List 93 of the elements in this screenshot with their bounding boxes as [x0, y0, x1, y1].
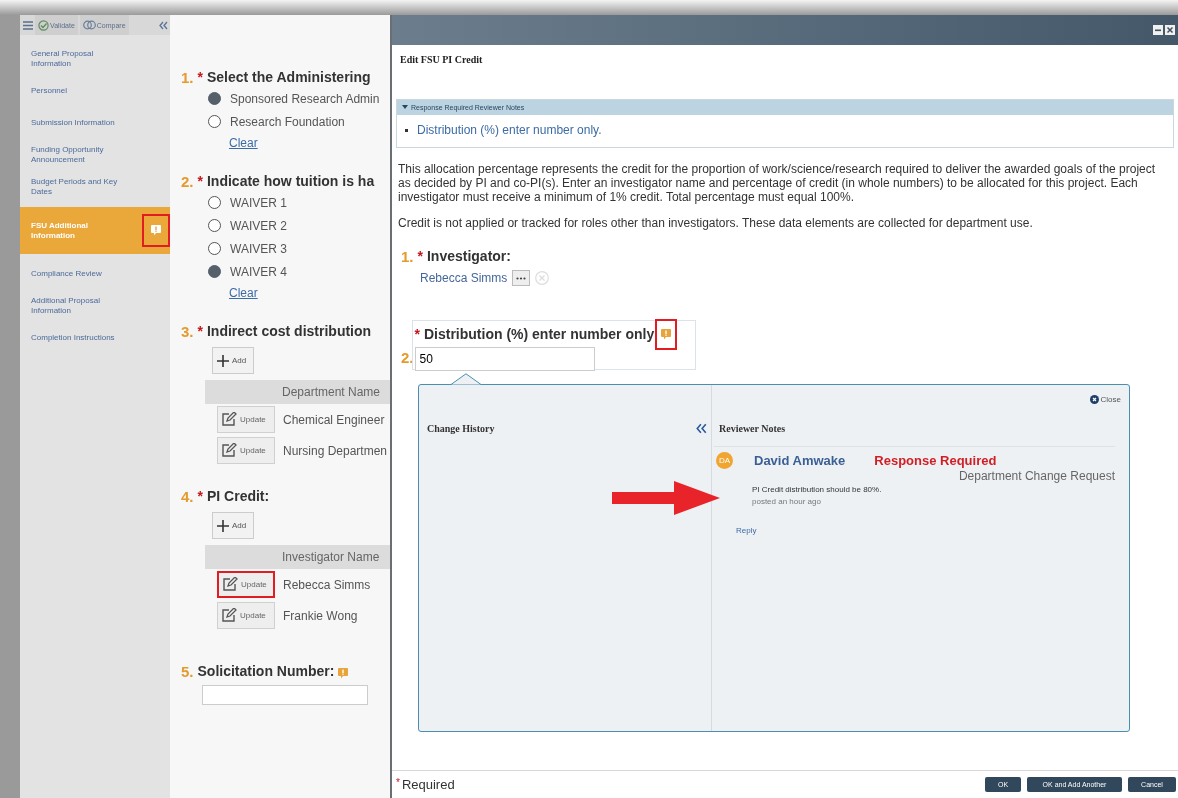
question-title: Investigator: — [426, 248, 511, 264]
bullet-icon — [405, 128, 408, 132]
more-button[interactable] — [512, 270, 531, 286]
sidebar-item[interactable]: Submission Information — [20, 107, 170, 139]
sidebar-item[interactable]: Personnel — [20, 75, 170, 107]
question-number: 5. — [181, 662, 194, 680]
instruction-text: Credit is not applied or tracked for roles other than investigators. These data elements are collected for department use. — [398, 216, 1034, 230]
required-mark: * — [197, 69, 203, 85]
update-button[interactable]: Update — [217, 571, 275, 598]
close-icon — [1166, 26, 1174, 34]
question-number: 2. — [401, 349, 414, 366]
person-link[interactable]: Rebecca Simms — [420, 271, 508, 285]
double-chevron-icon — [696, 423, 707, 434]
update-button[interactable]: Update — [217, 437, 275, 464]
sidebar-item[interactable]: General Proposal Information — [20, 43, 170, 75]
required-mark: * — [197, 173, 203, 189]
add-button[interactable]: Add — [212, 512, 254, 539]
radio-button[interactable] — [208, 92, 221, 105]
required-mark: * — [197, 323, 203, 339]
option-label: Sponsored Research Admin — [230, 91, 380, 106]
text-field[interactable] — [202, 685, 368, 705]
sidebar-item[interactable]: Compliance Review — [20, 258, 170, 290]
edit-icon — [221, 443, 237, 458]
collapse-button[interactable] — [159, 20, 168, 30]
option-label: WAIVER 4 — [230, 264, 287, 279]
radio-button[interactable] — [208, 196, 221, 209]
question-number: 1. — [401, 247, 414, 265]
close-icon — [1089, 395, 1099, 404]
pane-title: Change History — [427, 423, 495, 434]
radio-button[interactable] — [208, 242, 221, 255]
minimize-button[interactable] — [1153, 25, 1163, 35]
circles-icon — [82, 20, 96, 30]
required-note: Required — [401, 777, 455, 792]
number-field[interactable]: 50 — [414, 347, 595, 371]
update-button[interactable]: Update — [217, 406, 275, 433]
question-number: 4. — [181, 487, 194, 505]
table-cell: Frankie Wong — [283, 608, 358, 623]
reply-link[interactable]: Reply — [736, 526, 757, 535]
plus-icon — [217, 519, 229, 532]
required-mark: * — [197, 488, 203, 504]
remove-icon — [535, 271, 550, 285]
edit-icon — [221, 412, 237, 427]
collapse-button[interactable] — [696, 423, 707, 434]
question-number: 1. — [181, 68, 194, 86]
status-label: Response Required — [874, 453, 997, 468]
question-title: Solicitation Number: — [197, 663, 335, 679]
sidebar-item[interactable]: Additional Proposal Information — [20, 290, 170, 322]
option-label: Research Foundation — [230, 114, 345, 129]
double-chevron-icon — [159, 20, 168, 30]
edit-icon — [222, 577, 238, 592]
question-title: Select the Administering — [206, 69, 371, 85]
clear-link[interactable]: Clear — [229, 133, 258, 153]
sidebar-item[interactable]: Funding Opportunity Announcement — [20, 139, 170, 171]
option-label: WAIVER 3 — [230, 241, 287, 256]
instruction-text: This allocation percentage represents the credit for the proportion of work/science/research required to deliver the awarded goals of the project as decided by PI and co-PI(s). Enter an investigator name and percentage of credit (in whole numbers) to be allocated for this project. Each investigator must receive a minimum of 1% credit. Total percentage must equal 100%. — [398, 162, 1157, 204]
option-label: WAIVER 2 — [230, 218, 287, 233]
note-type: Department Change Request — [957, 469, 1115, 483]
avatar: DA — [716, 452, 733, 469]
question-number: 2. — [181, 172, 194, 190]
close-button[interactable] — [1165, 25, 1175, 35]
menu-icon — [23, 20, 33, 30]
author-name: David Amwake — [754, 453, 846, 468]
check-icon — [38, 19, 49, 31]
question-title: Indirect cost distribution — [206, 323, 372, 339]
option-label: WAIVER 1 — [230, 195, 287, 210]
column-header: Department Name — [205, 380, 390, 404]
required-mark: * — [417, 248, 423, 264]
radio-button[interactable] — [208, 115, 221, 128]
note-link[interactable]: Distribution (%) enter number only. — [417, 123, 602, 137]
update-button[interactable]: Update — [217, 602, 275, 629]
required-mark: * — [396, 777, 400, 788]
close-button[interactable]: Close — [1089, 395, 1121, 404]
required-mark: * — [414, 326, 420, 342]
radio-button[interactable] — [208, 219, 221, 232]
column-header: Investigator Name — [205, 545, 390, 569]
add-button[interactable]: Add — [212, 347, 254, 374]
clear-link[interactable]: Clear — [229, 283, 258, 303]
field-label: Distribution (%) enter number only — [423, 326, 655, 342]
question-title: Indicate how tuition is ha — [206, 173, 375, 189]
table-cell: Chemical Engineer — [283, 412, 385, 427]
sidebar-item[interactable]: Budget Periods and Key Dates — [20, 171, 170, 203]
dots-icon — [516, 276, 527, 280]
timestamp: posted an hour ago — [752, 497, 822, 506]
sidebar-item[interactable]: Completion Instructions — [20, 322, 170, 354]
table-cell: Nursing Departmen — [283, 443, 388, 458]
note-text: PI Credit distribution should be 80%. — [752, 485, 883, 494]
plus-icon — [217, 354, 229, 367]
table-cell: Rebecca Simms — [283, 577, 371, 592]
question-title: PI Credit: — [206, 488, 270, 504]
question-number: 3. — [181, 322, 194, 340]
edit-icon — [221, 608, 237, 623]
radio-button[interactable] — [208, 265, 221, 278]
dialog-heading: Edit FSU PI Credit — [399, 53, 484, 67]
